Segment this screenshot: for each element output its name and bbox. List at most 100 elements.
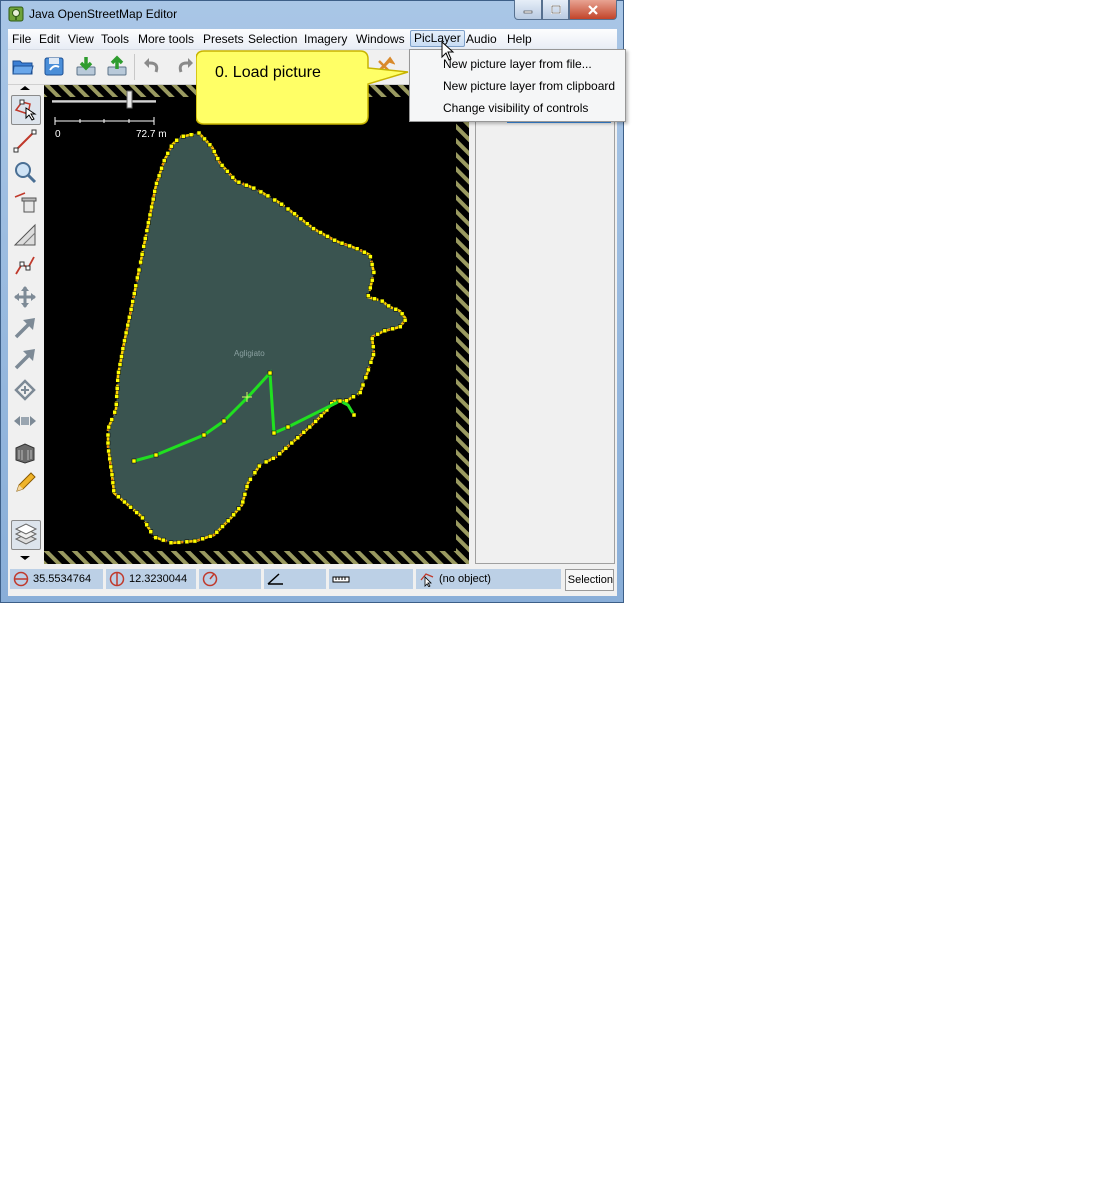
area-node[interactable]	[369, 277, 375, 283]
menu-item-change-visibility-of-controls[interactable]: Change visibility of controls	[443, 101, 588, 115]
menu-presets[interactable]: Presets	[200, 31, 247, 47]
area-node[interactable]	[244, 484, 250, 489]
area-node[interactable]	[332, 237, 337, 243]
area-node[interactable]	[165, 151, 171, 156]
area-node[interactable]	[144, 228, 150, 233]
area-node[interactable]	[109, 417, 115, 422]
menu-imagery[interactable]: Imagery	[301, 31, 350, 47]
area-node[interactable]	[368, 254, 373, 259]
area-node[interactable]	[207, 142, 213, 148]
stretch-tool-button[interactable]	[11, 407, 39, 435]
area-node[interactable]	[265, 193, 271, 199]
area-node[interactable]	[184, 539, 190, 545]
area-node[interactable]	[220, 524, 225, 529]
area-node[interactable]	[399, 311, 405, 317]
area-node[interactable]	[138, 259, 143, 265]
area-node[interactable]	[123, 330, 129, 336]
area-node[interactable]	[360, 382, 366, 388]
area-node[interactable]	[127, 314, 132, 320]
area-node[interactable]	[313, 419, 318, 424]
menu-help[interactable]: Help	[504, 31, 535, 47]
area-node[interactable]	[339, 240, 345, 246]
area-node[interactable]	[244, 182, 249, 188]
area-node[interactable]	[147, 212, 153, 218]
area-node[interactable]	[159, 165, 164, 171]
area-node[interactable]	[258, 189, 264, 195]
zoom-slider-thumb[interactable]	[126, 90, 133, 109]
area-node[interactable]	[225, 518, 231, 524]
open-file-button[interactable]	[10, 53, 36, 79]
area-node[interactable]	[298, 216, 304, 222]
area-node[interactable]	[156, 173, 162, 179]
area-node[interactable]	[272, 197, 278, 203]
area-node[interactable]	[215, 156, 221, 161]
area-node[interactable]	[149, 204, 154, 210]
area-node[interactable]	[369, 336, 375, 342]
area-node[interactable]	[130, 299, 135, 304]
arrow-tool-button-2[interactable]	[11, 345, 39, 373]
pencil-tool-button[interactable]	[11, 469, 39, 497]
redo-button[interactable]	[172, 53, 198, 79]
menu-windows[interactable]: Windows	[353, 31, 408, 47]
area-node[interactable]	[161, 158, 167, 163]
area-node[interactable]	[225, 169, 230, 174]
area-node[interactable]	[112, 409, 117, 415]
area-node[interactable]	[292, 211, 297, 217]
area-node[interactable]	[283, 446, 289, 451]
minimize-button[interactable]	[514, 0, 542, 20]
area-node[interactable]	[152, 189, 157, 194]
area-node[interactable]	[285, 206, 291, 212]
menu-view[interactable]: View	[65, 31, 97, 47]
area-node[interactable]	[122, 499, 127, 505]
area-node[interactable]	[386, 303, 391, 309]
area-node[interactable]	[390, 326, 395, 332]
area-node[interactable]	[136, 267, 142, 273]
area-node[interactable]	[304, 221, 310, 226]
area-node[interactable]	[371, 270, 377, 275]
area-node[interactable]	[211, 149, 217, 154]
menu-edit[interactable]: Edit	[36, 31, 63, 47]
area-node[interactable]	[351, 394, 356, 399]
improve-way-tool-button[interactable]	[11, 252, 39, 280]
area-node[interactable]	[240, 499, 246, 505]
area-node[interactable]	[363, 375, 369, 380]
area-node[interactable]	[135, 275, 140, 281]
area-node[interactable]	[230, 175, 236, 180]
area-node[interactable]	[134, 510, 139, 515]
maximize-button[interactable]	[542, 0, 569, 20]
menu-item-new-picture-from-clipboard[interactable]: New picture layer from clipboard	[443, 79, 615, 93]
menu-selection[interactable]: Selection	[245, 31, 300, 47]
area-node[interactable]	[277, 451, 282, 456]
area-node[interactable]	[107, 456, 112, 462]
area-node[interactable]	[114, 386, 120, 391]
area-node[interactable]	[357, 390, 363, 395]
area-node[interactable]	[219, 163, 225, 168]
area-node[interactable]	[248, 477, 253, 482]
area-node[interactable]	[106, 424, 112, 430]
scale-tool-button[interactable]	[11, 376, 39, 404]
area-node[interactable]	[289, 440, 295, 446]
area-node[interactable]	[372, 296, 377, 302]
title-bar[interactable]: Java OpenStreetMap Editor	[0, 0, 624, 28]
area-node[interactable]	[368, 360, 374, 365]
menu-more-tools[interactable]: More tools	[135, 31, 197, 47]
select-tool-button[interactable]	[11, 95, 41, 125]
download-button[interactable]	[73, 53, 99, 79]
building-tool-button[interactable]	[11, 438, 39, 466]
area-node[interactable]	[168, 540, 174, 545]
area-node[interactable]	[161, 537, 166, 543]
area-node[interactable]	[154, 181, 159, 186]
area-node[interactable]	[105, 440, 111, 446]
scroll-down-icon[interactable]	[16, 555, 34, 561]
area-node[interactable]	[370, 344, 376, 349]
zoom-tool-button[interactable]	[11, 158, 39, 186]
area-node[interactable]	[375, 331, 380, 337]
area-node[interactable]	[109, 472, 115, 478]
area-node[interactable]	[146, 220, 151, 226]
area-node[interactable]	[257, 463, 262, 469]
area-node[interactable]	[318, 230, 323, 235]
area-node[interactable]	[347, 243, 352, 249]
area-node[interactable]	[307, 424, 313, 430]
area-node[interactable]	[311, 226, 316, 231]
area-node[interactable]	[200, 536, 205, 542]
